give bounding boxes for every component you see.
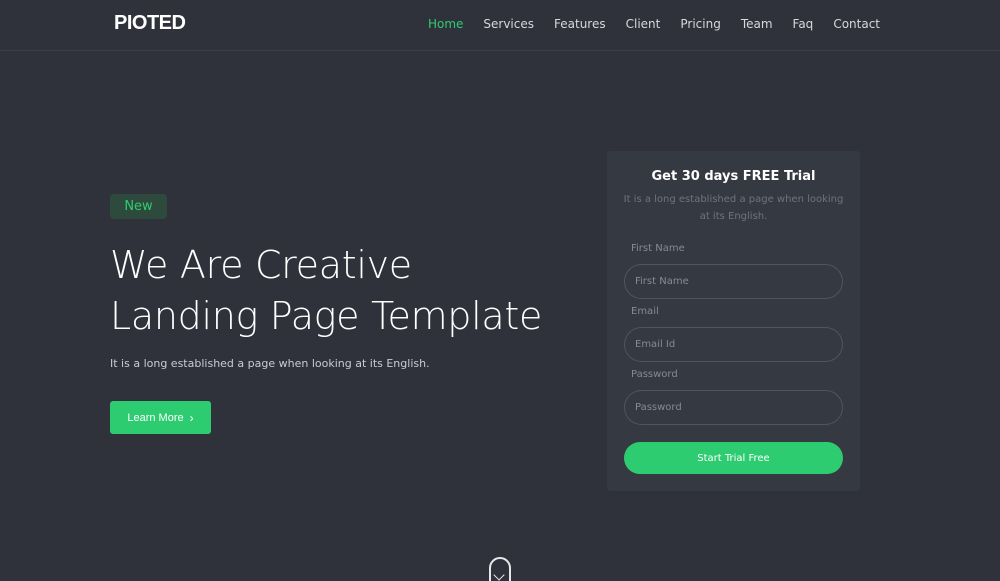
nav-item-services[interactable]: Services [483, 17, 534, 31]
learn-more-button[interactable]: Learn More › [110, 401, 211, 434]
scroll-down-button[interactable] [489, 557, 511, 581]
trial-form-description: It is a long established a page when loo… [623, 194, 844, 222]
logo[interactable]: PIOTED [114, 12, 186, 35]
hero-title: We Are Creative Landing Page Template [110, 240, 590, 342]
email-input[interactable] [624, 327, 843, 362]
nav-item-contact[interactable]: Contact [833, 17, 880, 31]
nav-item-pricing[interactable]: Pricing [680, 17, 720, 31]
learn-more-label: Learn More [127, 411, 184, 424]
nav-menu: Home Services Features Client Pricing Te… [408, 17, 880, 31]
email-label: Email [631, 306, 659, 317]
first-name-label: First Name [631, 243, 685, 254]
hero-subtitle: It is a long established a page when loo… [110, 357, 430, 370]
first-name-input[interactable] [624, 264, 843, 299]
trial-form-card: Get 30 days FREE Trial It is a long esta… [607, 151, 860, 491]
nav-item-faq[interactable]: Faq [793, 17, 814, 31]
nav-item-features[interactable]: Features [554, 17, 606, 31]
chevron-down-icon [493, 569, 505, 581]
chevron-right-icon: › [189, 410, 194, 425]
start-trial-button[interactable]: Start Trial Free [624, 442, 843, 474]
new-badge: New [110, 194, 167, 219]
password-input[interactable] [624, 390, 843, 425]
hero-title-line2: Landing Page Template [110, 294, 543, 338]
nav-item-team[interactable]: Team [741, 17, 773, 31]
navbar: PIOTED Home Services Features Client Pri… [0, 0, 1000, 51]
nav-item-home[interactable]: Home [428, 17, 463, 31]
trial-form-title: Get 30 days FREE Trial [651, 169, 816, 184]
nav-item-client[interactable]: Client [626, 17, 661, 31]
hero-title-line1: We Are Creative [110, 243, 412, 287]
password-label: Password [631, 369, 678, 380]
